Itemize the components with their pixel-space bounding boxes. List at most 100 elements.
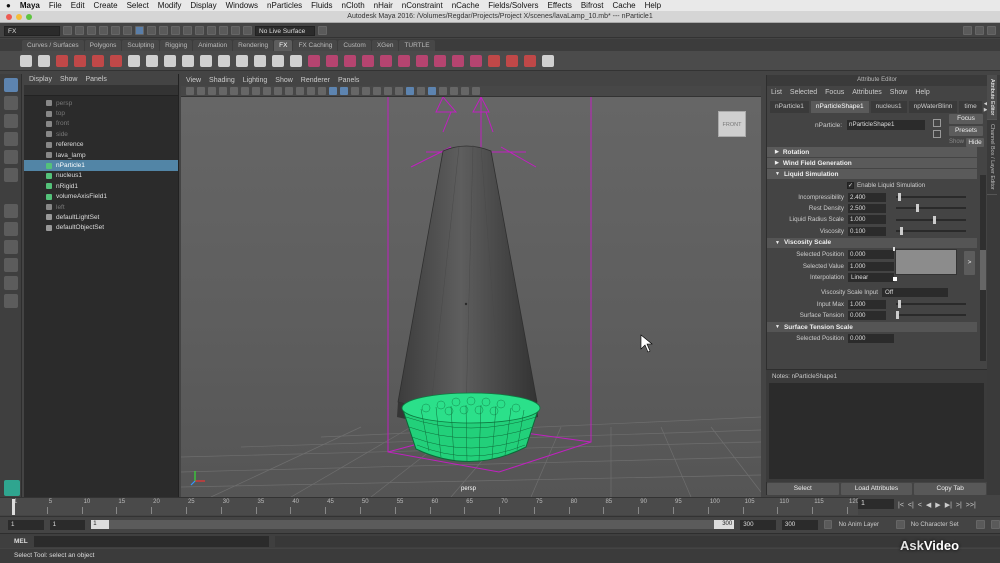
outliner-item-side[interactable]: side (24, 129, 178, 139)
outliner-item-left[interactable]: left (24, 202, 178, 212)
motion-blur-icon[interactable] (395, 87, 403, 95)
outliner-item-lava-lamp[interactable]: lava_lamp (24, 150, 178, 160)
new-scene-icon[interactable] (63, 26, 72, 35)
viscosity-slider[interactable] (896, 227, 966, 236)
range-bar[interactable]: 1 300 (91, 520, 735, 529)
slider-knob[interactable] (932, 215, 936, 224)
select-button[interactable]: Select (767, 482, 839, 495)
outliner-item-nrigid1[interactable]: nRigid1 (24, 181, 178, 191)
hair-icon[interactable] (128, 54, 140, 67)
shelf-tab-rendering[interactable]: Rendering (233, 39, 274, 51)
current-frame-field[interactable]: 1 (858, 499, 894, 509)
ncloth-icon[interactable] (56, 54, 68, 67)
viewport-menu-show[interactable]: Show (275, 77, 293, 84)
bifrost-cache-icon[interactable] (470, 54, 482, 67)
viewcube[interactable]: FRONT (718, 111, 746, 137)
menu-effects[interactable]: Effects (548, 1, 572, 10)
select-object-icon[interactable] (135, 26, 144, 35)
selected-position-field[interactable]: 0.000 (848, 250, 894, 260)
menu-file[interactable]: File (49, 1, 62, 10)
close-window-button[interactable] (6, 14, 12, 20)
shelf-tab-fx-caching[interactable]: FX Caching (293, 39, 338, 51)
film-gate-icon[interactable] (263, 87, 271, 95)
field-newton-icon[interactable] (218, 54, 230, 67)
menu-windows[interactable]: Windows (226, 1, 258, 10)
ae-tab-nucleus1[interactable]: nucleus1 (870, 101, 907, 113)
outliner-item-nucleus1[interactable]: nucleus1 (24, 171, 178, 181)
rest-density-field[interactable]: 2.500 (848, 203, 886, 213)
copy-tab-button[interactable]: Copy Tab (914, 482, 987, 495)
ae-menu-selected[interactable]: Selected (790, 89, 817, 96)
outliner-item-top[interactable]: top (24, 108, 178, 118)
select-hierarchy-icon[interactable] (123, 26, 132, 35)
single-pane-layout-icon[interactable] (3, 204, 18, 218)
constraint-icon[interactable] (92, 54, 104, 67)
auto-key-icon[interactable] (976, 520, 986, 529)
menu-fields-solvers[interactable]: Fields/Solvers (488, 1, 538, 10)
menuset-dropdown[interactable]: FX (4, 25, 60, 36)
camera-attributes-icon[interactable] (197, 87, 205, 95)
load-attributes-button[interactable]: Load Attributes (840, 482, 913, 495)
viewport-menu-panels[interactable]: Panels (338, 77, 359, 84)
enable-liquid-checkbox[interactable]: ✓ (847, 182, 854, 190)
menu-create[interactable]: Create (94, 1, 118, 10)
snap-point-icon[interactable] (183, 26, 192, 35)
snap-curve-icon[interactable] (171, 26, 180, 35)
end-frame-field[interactable]: 300 (781, 519, 818, 530)
playback-end-field[interactable]: 300 (740, 519, 776, 530)
menu-select[interactable]: Select (127, 1, 149, 10)
side-tab-attribute-editor[interactable]: Attribute Editor (987, 75, 997, 121)
range-bar-end[interactable]: 300 (714, 520, 735, 529)
emitter-icon[interactable] (38, 54, 50, 67)
shelf-tab-xgen[interactable]: XGen (371, 39, 399, 51)
menu-nconstraint[interactable]: nConstraint (402, 1, 443, 10)
focus-button[interactable]: Focus (949, 114, 983, 124)
two-pane-layout-icon[interactable] (3, 240, 18, 254)
liquid-radius-scale-field[interactable]: 1.000 (848, 215, 886, 225)
safe-action-icon[interactable] (307, 87, 315, 95)
outliner-layout-icon[interactable] (3, 258, 18, 272)
menu-display[interactable]: Display (190, 1, 216, 10)
viewport-menu-renderer[interactable]: Renderer (301, 77, 330, 84)
live-surface-field[interactable]: No Live Surface (255, 25, 315, 36)
slider-knob[interactable] (898, 193, 901, 202)
bifrost-aero-icon[interactable] (326, 54, 338, 67)
rest-density-slider[interactable] (896, 204, 966, 213)
incompressibility-field[interactable]: 2.400 (848, 192, 886, 202)
field-air-icon[interactable] (164, 54, 176, 67)
current-time-marker[interactable] (12, 499, 15, 515)
time-slider[interactable]: 1 5 10 15 20 25 30 35 40 45 50 55 60 65 70 75 80 85 90 95 10… (0, 497, 859, 515)
shelf-tab-curves-surfaces[interactable]: Curves / Surfaces (22, 39, 84, 51)
step-forward-frame-icon[interactable]: ▶| (945, 501, 952, 509)
ramp-handle-icon[interactable] (893, 246, 895, 251)
nparticle-tool-icon[interactable] (20, 54, 32, 67)
bifrost-guide-icon[interactable] (434, 54, 446, 67)
playback-start-field[interactable]: 1 (49, 519, 86, 530)
grid-toggle-icon[interactable] (252, 87, 260, 95)
focus-node-icon[interactable] (933, 119, 941, 127)
textured-icon[interactable] (351, 87, 359, 95)
ae-menu-help[interactable]: Help (915, 89, 929, 96)
bifrost-liquid-icon[interactable] (308, 54, 320, 67)
menu-nparticles[interactable]: nParticles (267, 1, 302, 10)
presets-button[interactable]: Presets (949, 126, 983, 136)
field-turbulence-icon[interactable] (254, 54, 266, 67)
outliner-item-reference[interactable]: reference (24, 140, 178, 150)
bifrost-accelerator-icon[interactable] (380, 54, 392, 67)
selected-value-field[interactable]: 1.000 (848, 261, 894, 271)
snap-view-icon[interactable] (195, 26, 204, 35)
bookmark-icon[interactable] (208, 87, 216, 95)
nrigid-icon[interactable] (74, 54, 86, 67)
select-tool-icon[interactable] (3, 78, 18, 92)
bifrost-collider-icon[interactable] (362, 54, 374, 67)
range-bar-start[interactable]: 1 (91, 520, 110, 529)
go-to-end-icon[interactable]: >>| (966, 502, 976, 509)
menu-fluids[interactable]: Fluids (311, 1, 332, 10)
save-scene-icon[interactable] (87, 26, 96, 35)
redo-icon[interactable] (111, 26, 120, 35)
field-chart-icon[interactable] (296, 87, 304, 95)
input-field-icon[interactable] (318, 26, 327, 35)
copy-node-icon[interactable] (933, 130, 941, 138)
2d-pan-zoom-icon[interactable] (230, 87, 238, 95)
snap-grid-icon[interactable] (159, 26, 168, 35)
